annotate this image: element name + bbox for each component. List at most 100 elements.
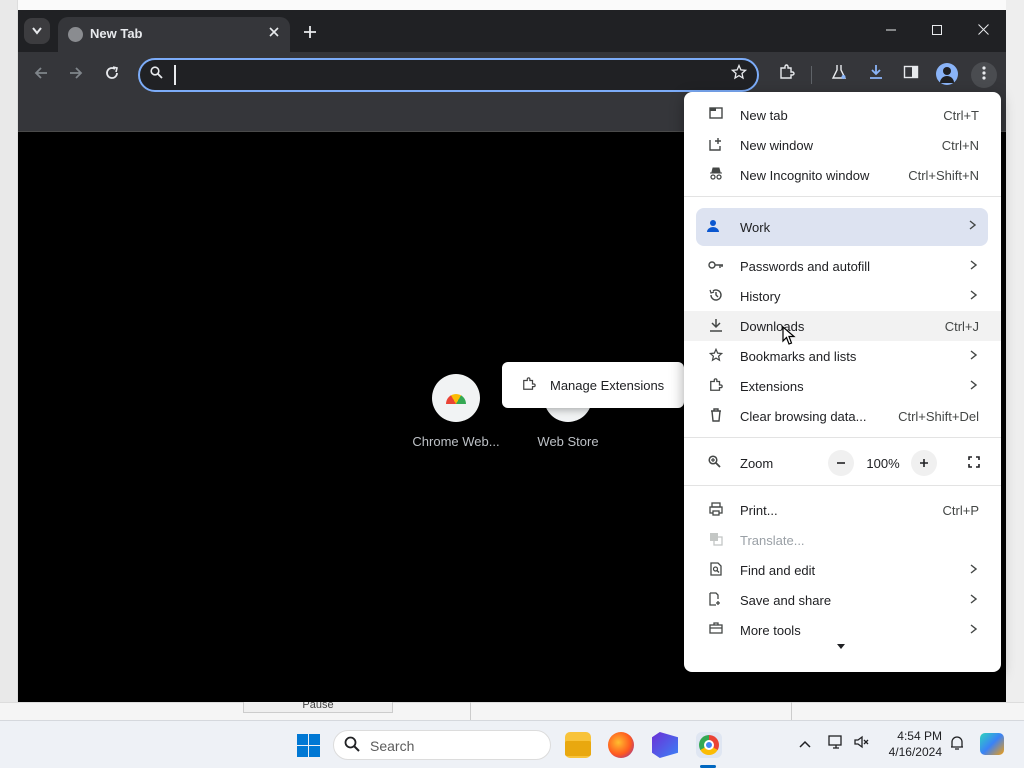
taskbar-clock[interactable]: 4:54 PM 4/16/2024 [880, 728, 942, 760]
menu-item-label: History [740, 289, 781, 304]
menu-item-profile-work[interactable]: Work [696, 208, 988, 246]
menu-item-extensions[interactable]: Extensions [684, 371, 1001, 401]
side-panel-button[interactable] [898, 62, 924, 88]
shortcut-label: Web Store [537, 434, 599, 449]
clock-date: 4/16/2024 [888, 745, 942, 759]
printer-icon [708, 502, 724, 518]
arrow-right-icon [70, 67, 83, 79]
taskbar-search[interactable]: Search [333, 730, 551, 760]
copilot-icon[interactable] [980, 733, 1004, 755]
menu-item-find-and-edit[interactable]: Find and edit [684, 555, 1001, 585]
star-icon [708, 347, 724, 364]
background-divider [470, 702, 471, 720]
plus-icon [920, 459, 928, 467]
labs-button[interactable] [826, 62, 852, 88]
menu-item-print[interactable]: Print... Ctrl+P [684, 495, 1001, 525]
menu-item-new-incognito[interactable]: New Incognito window Ctrl+Shift+N [684, 160, 1001, 190]
menu-item-label: Bookmarks and lists [740, 349, 857, 364]
reload-icon [106, 66, 118, 79]
puzzle-icon [522, 377, 536, 395]
menu-item-passwords[interactable]: Passwords and autofill [684, 251, 1001, 281]
flask-icon [831, 65, 847, 79]
new-tab-button[interactable] [298, 20, 322, 44]
find-icon [708, 562, 724, 578]
menu-separator [684, 437, 1001, 438]
menu-item-shortcut: Ctrl+T [943, 108, 979, 123]
menu-item-new-tab[interactable]: New tab Ctrl+T [684, 100, 1001, 130]
chevron-right-icon [970, 591, 978, 607]
shortcut-chrome-web-store[interactable]: Chrome Web... [406, 374, 506, 449]
menu-item-label: Save and share [740, 593, 832, 608]
background-app-right-edge [1006, 0, 1024, 720]
bookmark-star-button[interactable] [728, 63, 750, 86]
search-label: Search [370, 738, 415, 754]
menu-item-label: Passwords and autofill [740, 259, 871, 274]
download-icon [708, 318, 724, 334]
close-icon [977, 24, 989, 35]
toolbox-icon [708, 622, 724, 637]
menu-item-label: New Incognito window [740, 168, 870, 183]
menu-item-label: Find and edit [740, 563, 816, 578]
background-app-left-edge [0, 0, 18, 720]
tab-new-tab[interactable]: New Tab [58, 17, 290, 52]
address-bar[interactable] [138, 58, 759, 92]
zoom-icon [708, 455, 721, 471]
fullscreen-icon [968, 456, 980, 468]
chrome-taskbar-icon[interactable] [696, 732, 722, 758]
menu-item-downloads[interactable]: Downloads Ctrl+J [684, 311, 1001, 341]
notifications-icon[interactable] [948, 735, 966, 753]
address-input[interactable] [174, 65, 714, 85]
chrome-main-menu: New tab Ctrl+T New window Ctrl+N New Inc… [684, 92, 1001, 672]
menu-item-clear-browsing-data[interactable]: Clear browsing data... Ctrl+Shift+Del [684, 401, 1001, 431]
file-explorer-icon[interactable] [565, 732, 591, 758]
menu-item-new-window[interactable]: New window Ctrl+N [684, 130, 1001, 160]
menu-item-history[interactable]: History [684, 281, 1001, 311]
fullscreen-button[interactable] [961, 450, 987, 476]
new-window-icon [708, 137, 724, 153]
zoom-out-button[interactable] [828, 450, 854, 476]
chrome-web-store-icon [432, 374, 480, 422]
minimize-button[interactable] [868, 18, 914, 44]
show-hidden-icons-button[interactable] [796, 735, 814, 753]
downloads-button[interactable] [863, 62, 889, 88]
menu-item-translate[interactable]: Translate... [684, 525, 1001, 555]
manage-extensions-label: Manage Extensions [550, 378, 665, 393]
tab-search-button[interactable] [24, 18, 50, 44]
maximize-button[interactable] [914, 18, 960, 44]
extensions-button[interactable] [774, 62, 800, 88]
shortcut-label: Chrome Web... [412, 434, 500, 449]
menu-item-bookmarks[interactable]: Bookmarks and lists [684, 341, 1001, 371]
minimize-icon [886, 29, 896, 31]
zoom-in-button[interactable] [911, 450, 937, 476]
menu-item-label: More tools [740, 623, 801, 637]
close-window-button[interactable] [960, 18, 1006, 44]
menu-item-save-and-share[interactable]: Save and share [684, 585, 1001, 615]
visual-studio-icon[interactable] [652, 732, 678, 758]
reload-button[interactable] [99, 62, 125, 88]
caret-down-icon [837, 644, 845, 649]
puzzle-icon [780, 64, 795, 79]
forward-button[interactable] [63, 62, 89, 88]
network-icon[interactable] [827, 735, 845, 753]
search-icon [344, 736, 360, 756]
volume-muted-icon[interactable] [853, 735, 871, 753]
person-icon [706, 219, 720, 237]
chrome-menu-button[interactable] [971, 62, 997, 88]
incognito-icon [708, 167, 724, 183]
firefox-icon[interactable] [608, 732, 634, 758]
minus-icon [837, 462, 845, 464]
tab-strip: New Tab [18, 10, 1006, 52]
download-icon [870, 65, 882, 79]
key-icon [708, 258, 724, 274]
tab-close-button[interactable] [264, 23, 284, 43]
manage-extensions-popup[interactable]: Manage Extensions [502, 362, 684, 408]
back-button[interactable] [28, 62, 54, 88]
close-icon [269, 27, 279, 37]
menu-item-shortcut: Ctrl+N [941, 138, 979, 153]
scroll-down-indicator[interactable] [837, 642, 845, 652]
profile-avatar-button[interactable] [936, 63, 958, 85]
menu-separator [684, 485, 1001, 486]
translate-icon [708, 532, 724, 548]
start-button[interactable] [297, 734, 320, 757]
menu-item-more-tools[interactable]: More tools [684, 615, 1001, 637]
